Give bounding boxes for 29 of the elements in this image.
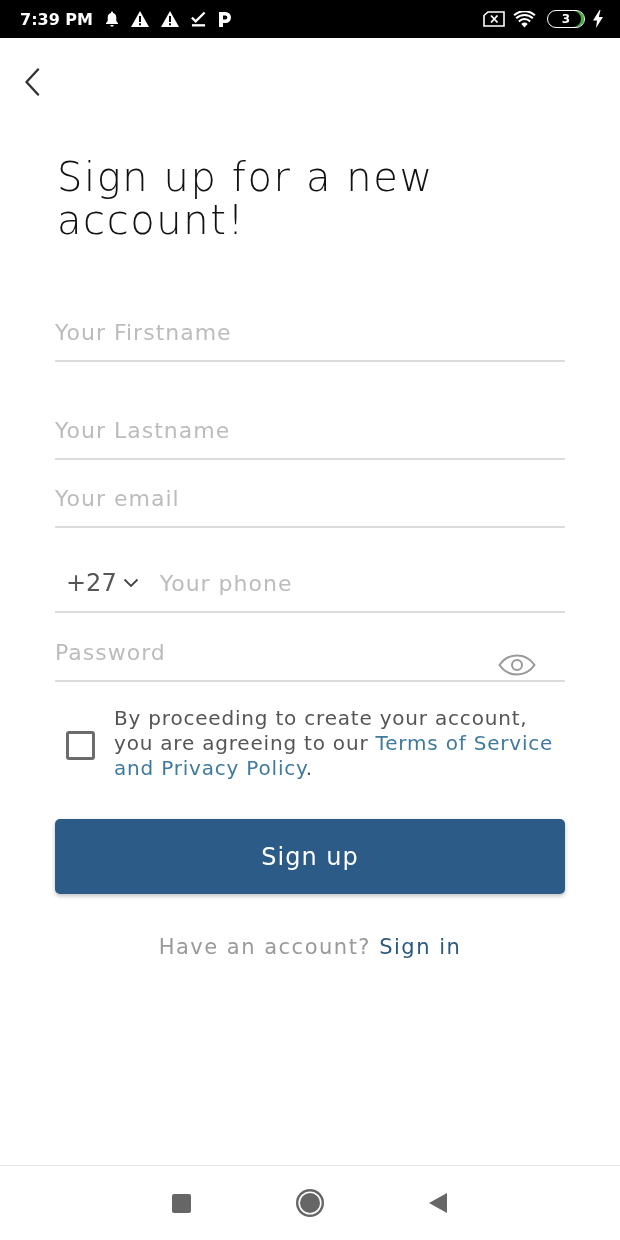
- sim-card-icon: [483, 11, 505, 27]
- p-logo-icon: [218, 11, 232, 27]
- checkbox[interactable]: [66, 731, 95, 760]
- input-field[interactable]: Your Firstname: [55, 304, 565, 360]
- country-code-dropdown[interactable]: +27: [66, 566, 139, 600]
- email-field[interactable]: Your email: [55, 470, 565, 526]
- wifi-icon: [513, 10, 536, 28]
- eye-icon[interactable]: [498, 654, 536, 676]
- charging-icon: [593, 10, 603, 28]
- chevron-down-icon: [122, 578, 139, 588]
- warning-icon: [131, 11, 149, 27]
- status-time: 7:39 PM: [20, 9, 93, 29]
- page-title: Sign up for a new account!: [57, 156, 435, 242]
- warning-icon: [161, 11, 179, 27]
- back-chevron-icon[interactable]: [24, 68, 40, 96]
- circle-nav-icon[interactable]: [296, 1189, 324, 1217]
- signin-prompt: Have an account? Sign in: [157, 934, 463, 961]
- checkmark-icon: [191, 11, 206, 27]
- input-field[interactable]: Your Lastname: [55, 402, 565, 458]
- terms-link[interactable]: Terms of Service: [375, 731, 554, 755]
- bell-icon: [105, 11, 119, 27]
- privacy-policy-link[interactable]: and Privacy Policy: [114, 756, 306, 780]
- signin-link[interactable]: Sign in: [379, 935, 462, 959]
- triangle-nav-icon[interactable]: [429, 1193, 447, 1213]
- signup-button[interactable]: Sign up: [55, 819, 565, 894]
- square-nav-icon[interactable]: [172, 1193, 191, 1213]
- password-field[interactable]: Password: [55, 624, 490, 680]
- consent-text: By proceeding to create your account, you are agreeing to our Terms of Service and Privacy Policy.: [114, 706, 555, 781]
- phone-field[interactable]: Your phone: [159, 555, 565, 611]
